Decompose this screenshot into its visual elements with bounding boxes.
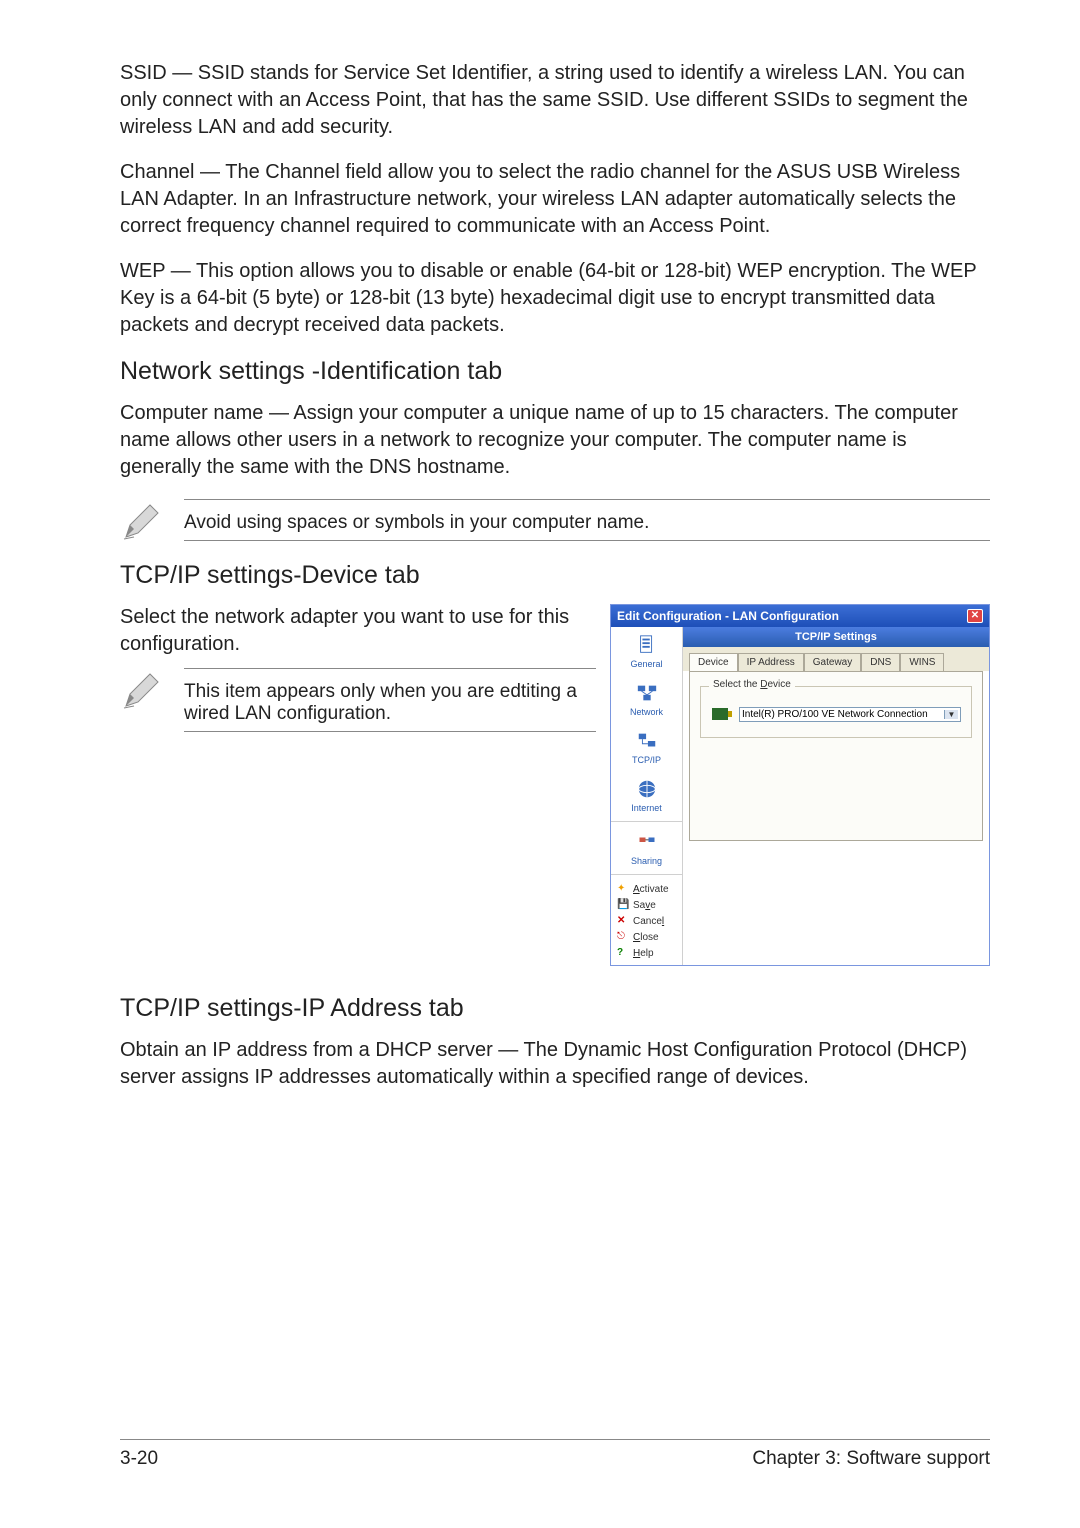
sidebar-item-network[interactable]: Network: [611, 675, 682, 723]
action-close[interactable]: ⎋ Close: [617, 929, 676, 945]
para-channel: Channel — The Channel field allow you to…: [120, 159, 990, 240]
note-block: Avoid using spaces or symbols in your co…: [120, 499, 990, 543]
device-selected-value: Intel(R) PRO/100 VE Network Connection: [742, 709, 928, 720]
action-activate[interactable]: ✦ Activate: [617, 881, 676, 897]
heading-tcpip-ipaddress: TCP/IP settings-IP Address tab: [120, 994, 990, 1023]
chapter-label: Chapter 3: Software support: [752, 1448, 990, 1470]
tab-gateway[interactable]: Gateway: [804, 653, 861, 671]
sidebar-item-tcpip[interactable]: TCP/IP: [611, 723, 682, 771]
action-label: Help: [633, 948, 654, 959]
page-footer: 3-20 Chapter 3: Software support: [120, 1439, 990, 1470]
activate-icon: ✦: [617, 883, 629, 895]
device-dropdown[interactable]: Intel(R) PRO/100 VE Network Connection ▼: [739, 707, 961, 722]
dialog-titlebar: Edit Configuration - LAN Configuration ✕: [611, 605, 989, 627]
sidebar-label: Internet: [631, 803, 662, 813]
sidebar-label: Network: [630, 707, 663, 717]
para-ssid: SSID — SSID stands for Service Set Ident…: [120, 60, 990, 141]
para-wep: WEP — This option allows you to disable …: [120, 258, 990, 339]
para-computer-name: Computer name — Assign your computer a u…: [120, 400, 990, 481]
sharing-icon: [634, 830, 660, 854]
tcpip-icon: [634, 729, 660, 753]
nic-icon: [711, 705, 733, 723]
page-number: 3-20: [120, 1448, 158, 1470]
tab-content: Select the Device Intel(R) PRO/100 VE Ne…: [689, 671, 983, 841]
note-text: Avoid using spaces or symbols in your co…: [184, 506, 990, 541]
action-help[interactable]: ? Help: [617, 945, 676, 961]
dialog-title-text: Edit Configuration - LAN Configuration: [617, 609, 839, 623]
action-label: Cancel: [633, 916, 664, 927]
tab-dns[interactable]: DNS: [861, 653, 900, 671]
sidebar-label: Sharing: [631, 856, 662, 866]
network-icon: [634, 681, 660, 705]
pencil-icon: [120, 668, 164, 712]
para-select-adapter: Select the network adapter you want to u…: [120, 604, 596, 658]
note-block-2: This item appears only when you are edti…: [120, 668, 596, 732]
heading-network-identification: Network settings -Identification tab: [120, 357, 990, 386]
action-label: Close: [633, 932, 659, 943]
sidebar-item-general[interactable]: General: [611, 627, 682, 675]
internet-icon: [634, 777, 660, 801]
dialog-sidebar: General Network TCP/IP: [611, 627, 683, 965]
sidebar-item-internet[interactable]: Internet: [611, 771, 682, 819]
action-label: Save: [633, 900, 656, 911]
pencil-icon: [120, 499, 164, 543]
sidebar-item-sharing[interactable]: Sharing: [611, 824, 682, 872]
save-icon: 💾: [617, 899, 629, 911]
tab-wins[interactable]: WINS: [900, 653, 944, 671]
chevron-down-icon: ▼: [944, 710, 958, 719]
edit-configuration-dialog: Edit Configuration - LAN Configuration ✕…: [610, 604, 990, 966]
action-cancel[interactable]: ✕ Cancel: [617, 913, 676, 929]
tab-device[interactable]: Device: [689, 653, 738, 671]
heading-tcpip-device: TCP/IP settings-Device tab: [120, 561, 990, 590]
action-save[interactable]: 💾 Save: [617, 897, 676, 913]
help-icon: ?: [617, 947, 629, 959]
tabs-row: Device IP Address Gateway DNS WINS: [683, 647, 989, 671]
document-icon: [634, 633, 660, 657]
fieldset-legend: Select the Device: [709, 679, 795, 690]
sidebar-label: TCP/IP: [632, 755, 661, 765]
close-button[interactable]: ✕: [967, 609, 983, 623]
select-device-fieldset: Select the Device Intel(R) PRO/100 VE Ne…: [700, 686, 972, 738]
para-dhcp: Obtain an IP address from a DHCP server …: [120, 1037, 990, 1091]
panel-header: TCP/IP Settings: [683, 627, 989, 647]
tab-ip-address[interactable]: IP Address: [738, 653, 804, 671]
cancel-icon: ✕: [617, 915, 629, 927]
action-label: Activate: [633, 884, 669, 895]
sidebar-label: General: [630, 659, 662, 669]
close-icon: ⎋: [617, 931, 629, 943]
note-text-2: This item appears only when you are edti…: [184, 675, 596, 732]
